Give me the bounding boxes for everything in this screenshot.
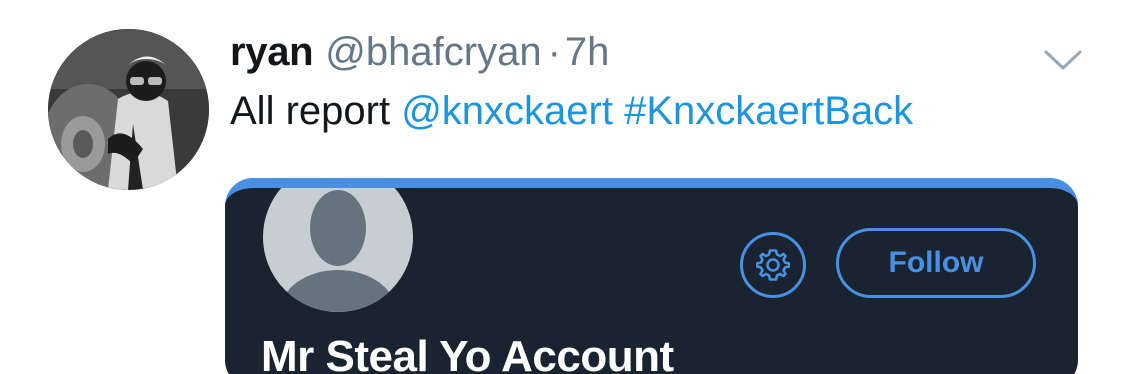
tweet: ryan @bhafcryan · 7h All report @knxckae…	[0, 0, 1124, 374]
author-avatar[interactable]	[48, 29, 209, 190]
chevron-down-icon[interactable]	[1040, 42, 1086, 78]
embedded-profile-image[interactable]: Follow Mr Steal Yo Account	[225, 178, 1078, 374]
gear-icon	[756, 249, 790, 281]
mention-link[interactable]: @knxckaert	[401, 89, 613, 133]
follow-button[interactable]: Follow	[836, 228, 1036, 298]
separator-dot: ·	[547, 30, 561, 74]
author-handle[interactable]: @bhafcryan	[325, 30, 541, 75]
tweet-text-plain: All report	[230, 89, 391, 133]
hashtag-link[interactable]: #KnxckaertBack	[624, 89, 913, 133]
tweet-text: All report @knxckaert #KnxckaertBack	[230, 89, 913, 134]
tweet-header: ryan @bhafcryan · 7h	[230, 30, 609, 86]
settings-button[interactable]	[740, 232, 806, 298]
author-name[interactable]: ryan	[230, 30, 314, 75]
profile-photo	[48, 29, 209, 190]
default-avatar-icon	[259, 188, 417, 316]
timestamp[interactable]: 7h	[565, 30, 610, 75]
profile-display-name: Mr Steal Yo Account	[261, 332, 674, 374]
